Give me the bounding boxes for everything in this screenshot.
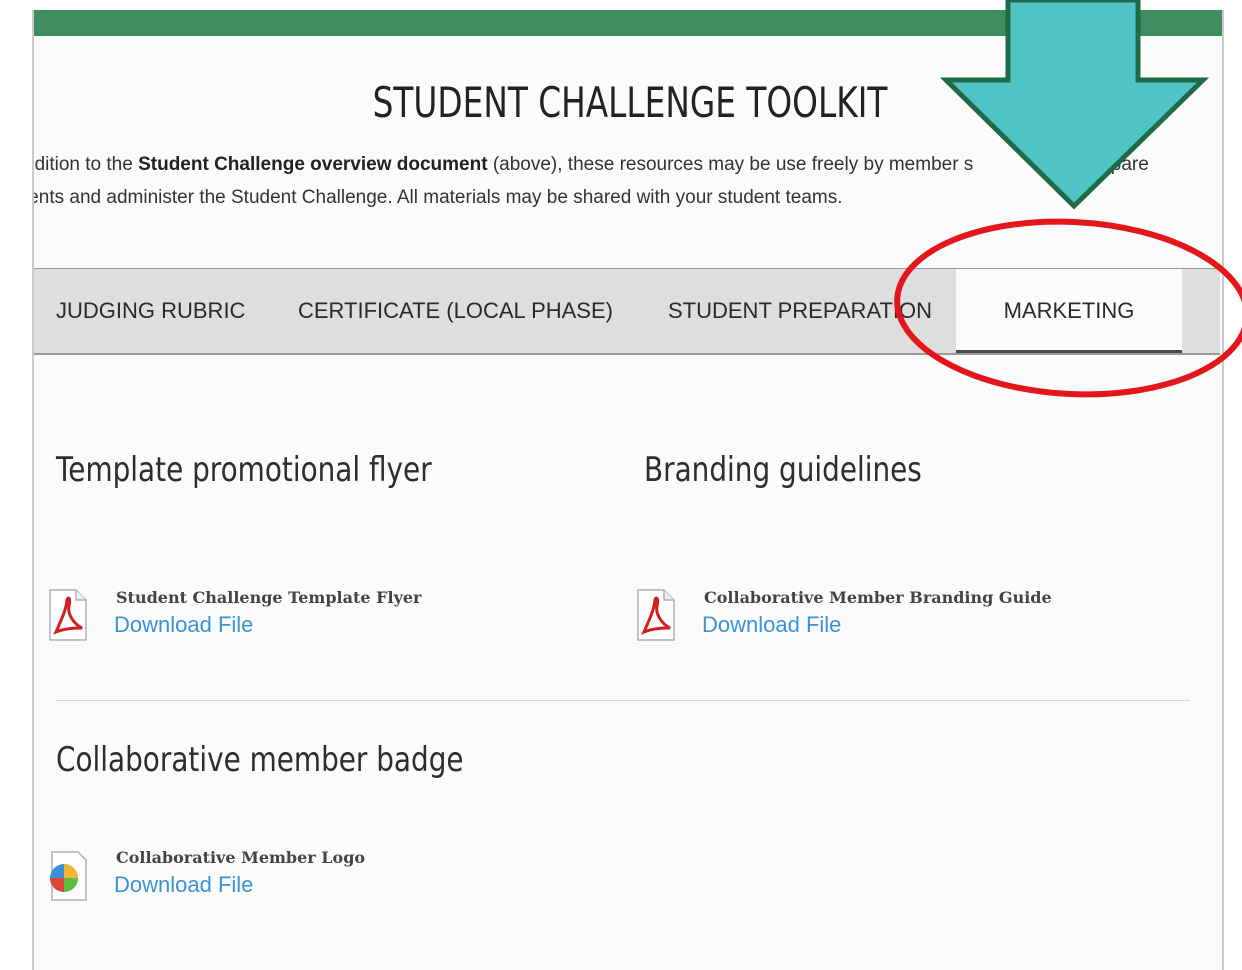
file-name: Collaborative Member Branding Guide [704,588,1052,607]
pdf-icon [637,589,675,641]
section-title-badge: Collaborative member badge [56,740,464,780]
tab-judging-rubric[interactable]: JUDGING RUBRIC [56,269,245,353]
download-file-link[interactable]: Download File [702,612,841,638]
top-bar [34,10,1222,36]
section-title-flyer: Template promotional flyer [56,450,432,490]
download-file-link[interactable]: Download File [114,612,253,638]
page-title: STUDENT CHALLENGE TOOLKIT [372,78,888,127]
tab-marketing[interactable]: MARKETING [956,269,1182,353]
tab-certificate[interactable]: CERTIFICATE (LOCAL PHASE) [298,269,613,353]
section-divider [56,700,1190,701]
file-name: Student Challenge Template Flyer [116,588,422,607]
pdf-icon [49,589,87,641]
tab-student-preparation[interactable]: STUDENT PREPARATION [668,269,932,353]
download-file-link[interactable]: Download File [114,872,253,898]
toolkit-page: STUDENT CHALLENGE TOOLKIT ddition to the… [32,10,1224,970]
file-name: Collaborative Member Logo [116,848,366,867]
image-file-icon [50,851,87,901]
intro-text: ddition to the Student Challenge overvie… [32,154,1149,208]
tab-bar: JUDGING RUBRIC CERTIFICATE (LOCAL PHASE)… [34,268,1220,355]
section-title-branding: Branding guidelines [644,450,922,490]
